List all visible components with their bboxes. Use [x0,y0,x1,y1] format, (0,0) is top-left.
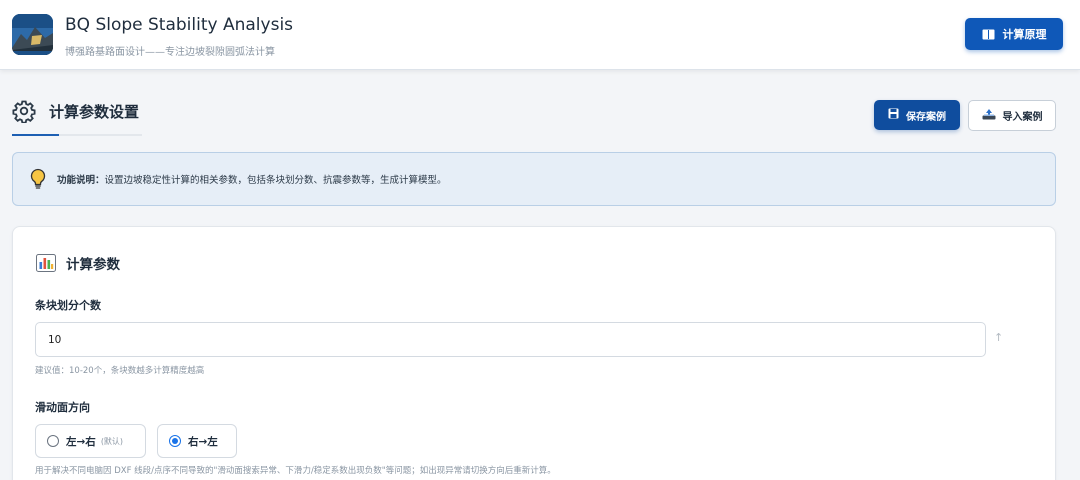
direction-option-label: 右→左 [188,435,218,448]
calculation-principle-label: 计算原理 [1002,28,1047,41]
direction-option-right-to-left[interactable]: 右→左 [157,424,237,458]
save-case-label: 保存案例 [906,111,946,123]
slices-hint: 建议值：10-20个，条块数越多计算精度越高 [35,366,205,376]
app-subtitle: 博强路基路面设计——专注边坡裂隙圆弧法计算 [65,47,275,58]
info-description: 设置边坡稳定性计算的相关参数，包括条块划分数、抗震参数等，生成计算模型。 [104,175,447,186]
book-icon [982,29,995,40]
slices-label: 条块划分个数 [35,299,101,312]
direction-option-left-to-right[interactable]: 左→右 (默认) [35,424,146,458]
direction-label: 滑动面方向 [35,401,90,414]
radio-unchecked-icon [47,435,59,447]
bar-chart-icon [36,254,56,272]
import-case-label: 导入案例 [1002,112,1043,123]
info-label: 功能说明： [57,175,105,186]
default-tag: (默认) [100,436,124,446]
section-header: 计算参数设置 [12,96,139,126]
floppy-icon [888,108,899,122]
import-case-button[interactable]: 导入案例 [968,100,1056,131]
card-title: 计算参数 [66,257,120,273]
section-active-indicator [12,134,59,136]
parameters-card: 计算参数 条块划分个数 ↑ 建议值：10-20个，条块数越多计算精度越高 滑动面… [12,226,1056,480]
lightbulb-icon [29,168,47,190]
slices-input[interactable] [35,322,986,357]
direction-hint: 用于解决不同电脑因 DXF 线段/点序不同导致的"滑动面搜索异常、下滑力/稳定系… [35,466,556,476]
increment-arrow-icon[interactable]: ↑ [994,331,1003,344]
info-box: 功能说明：设置边坡稳定性计算的相关参数，包括条块划分数、抗震参数等，生成计算模型… [12,152,1056,206]
direction-option-label: 左→右 [66,435,96,448]
save-case-button[interactable]: 保存案例 [874,100,960,130]
info-text: 功能说明：设置边坡稳定性计算的相关参数，包括条块划分数、抗震参数等，生成计算模型… [57,172,447,186]
import-icon [982,108,996,123]
radio-checked-icon [169,435,181,447]
app-title: BQ Slope Stability Analysis [65,15,294,35]
app-header: BQ Slope Stability Analysis 博强路基路面设计——专注… [0,0,1080,70]
mountain-logo-icon [12,14,53,55]
card-header: 计算参数 [36,253,120,273]
calculation-principle-button[interactable]: 计算原理 [965,18,1063,50]
section-title: 计算参数设置 [49,102,140,121]
gear-icon [12,99,36,124]
